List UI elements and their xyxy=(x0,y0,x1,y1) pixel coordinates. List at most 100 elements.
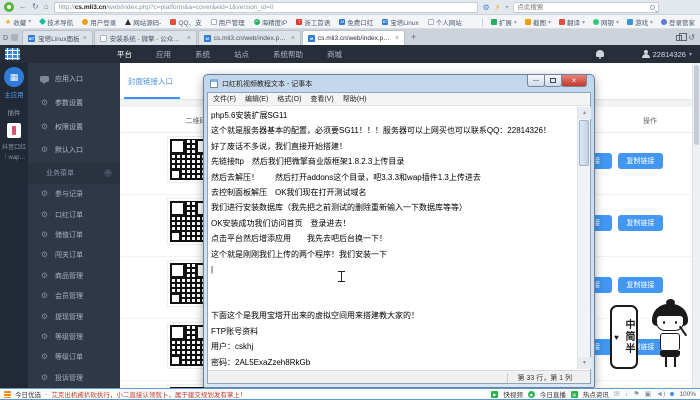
notepad-scrollbar[interactable]: ▲ ▼ xyxy=(577,107,590,369)
bookmark-item[interactable]: M免费口红 xyxy=(339,17,373,27)
sidebar-item-withdraw[interactable]: ⚙提现管理 xyxy=(28,306,120,326)
bookmark-item[interactable]: 技术导航 xyxy=(40,17,73,27)
sidebar-section-business[interactable]: 业务菜单− xyxy=(28,162,120,184)
hot-news-label[interactable]: 热点资讯 xyxy=(583,389,609,399)
bookmark-item[interactable]: QQ、支 xyxy=(170,17,201,27)
tool-translate[interactable]: 翻译▾ xyxy=(559,17,585,27)
nav-platform[interactable]: 平台 xyxy=(117,49,132,60)
collapse-icon[interactable]: − xyxy=(104,169,112,177)
close-icon[interactable]: × xyxy=(83,35,87,42)
tool-login-manager[interactable]: 登录管家 xyxy=(661,17,695,27)
menu-file[interactable]: 文件(F) xyxy=(213,94,236,104)
rail-main-app-label[interactable]: 主应用 xyxy=(0,89,28,99)
close-icon[interactable]: × xyxy=(187,35,191,42)
news-icon[interactable]: ▤ xyxy=(571,391,578,398)
sidebar-item-permissions[interactable]: ⚙权限设置 xyxy=(28,115,120,139)
speed-bolt-icon[interactable]: ⚡ xyxy=(495,3,501,12)
copy-link-button[interactable]: 复制链接 xyxy=(618,277,663,293)
sidebar-item-level-orders[interactable]: ⚙闯关订单 xyxy=(28,245,120,265)
download-icon[interactable]: ↓ xyxy=(625,391,629,398)
sidebar-item-default-entry[interactable]: ⚙默认入口 xyxy=(28,138,120,162)
browser-logo-icon[interactable] xyxy=(4,2,14,12)
pinned-tab-icon[interactable] xyxy=(11,34,18,41)
close-icon[interactable]: × xyxy=(291,35,295,42)
scrollbar-thumb[interactable] xyxy=(579,120,589,166)
home-icon[interactable]: ⌂ xyxy=(44,3,49,11)
speaker-icon[interactable]: ◄) xyxy=(656,391,665,398)
notepad-titlebar[interactable]: 口红机视频教程文本 - 记事本 — × xyxy=(204,75,594,92)
daily-picks-label[interactable]: 今日优选 xyxy=(15,389,41,399)
layout-icon[interactable] xyxy=(676,35,682,41)
tab-cover-link[interactable]: 封面链接入口 xyxy=(128,76,173,87)
scrollbar-thumb[interactable] xyxy=(694,65,699,145)
sidebar-item-complaints[interactable]: ⚙投诉管理 xyxy=(28,368,120,388)
news-ticker-link[interactable]: 艾克出机被扒砍执行，小二直接认领就卜，属于建交规划发有掌上！ xyxy=(51,389,487,399)
sidebar-item-products[interactable]: ⚙商品管理 xyxy=(28,266,120,286)
nav-app[interactable]: 应用 xyxy=(156,49,171,60)
zoom-slider-dot[interactable] xyxy=(670,392,674,396)
sidebar-item-levels[interactable]: ⚙等级管理 xyxy=(28,327,120,347)
search-magnifier-icon[interactable] xyxy=(650,5,655,10)
sidebar-item-lipstick-orders[interactable]: ⚙口红订单 xyxy=(28,205,120,225)
tool-banking[interactable]: 网银▾ xyxy=(593,17,619,27)
tab-install[interactable]: 安装系统 - 微擎 - 公众平台自助× xyxy=(94,30,197,45)
weengine-logo[interactable] xyxy=(5,48,20,60)
tab-csmli3[interactable]: Mcs.mli3.cn/web/index.php?c=…× xyxy=(198,30,301,45)
main-app-icon[interactable]: ▦ xyxy=(4,67,24,87)
mail-icon[interactable]: ✉ xyxy=(614,391,620,398)
sidebar-item-params[interactable]: ⚙参数设置 xyxy=(28,91,120,115)
nav-site[interactable]: 站点 xyxy=(234,49,249,60)
close-icon[interactable]: × xyxy=(395,35,399,42)
bookmark-item[interactable]: P海精度IP xyxy=(254,17,288,27)
menu-edit[interactable]: 编辑(E) xyxy=(245,94,268,104)
settings-gear-icon[interactable]: ⚙ xyxy=(483,3,490,12)
close-button[interactable]: × xyxy=(561,75,587,87)
bell-icon[interactable] xyxy=(596,50,604,57)
back-icon[interactable]: ← xyxy=(19,3,27,11)
tab-baota[interactable]: BT宝塔Linux面板× xyxy=(22,30,93,45)
mascot-widget[interactable]: 中简半 ♥ xyxy=(610,297,700,388)
url-bar[interactable]: http://cs.mli3.cn/web/index.php?c=platfo… xyxy=(54,2,478,13)
bookmark-item[interactable]: T浙工首语 xyxy=(296,17,330,27)
browser-search-box[interactable] xyxy=(513,2,659,13)
tab-csmli3-active[interactable]: Mcs.mli3.cn/web/index.php?c=…× xyxy=(302,30,405,45)
search-input[interactable] xyxy=(517,3,650,12)
chevron-down-icon[interactable]: ▾ xyxy=(505,4,508,11)
rail-plugins-label[interactable]: 插件 xyxy=(0,107,28,117)
nav-system[interactable]: 系统 xyxy=(195,49,210,60)
bookmark-item[interactable]: 网站源码- xyxy=(125,17,161,27)
zoom-level[interactable]: 100% xyxy=(679,391,696,398)
notepad-text-area[interactable]: php5.6安装扩展SG11 这个就是服务器基本的配置，必须要SG11！！！服务… xyxy=(208,107,577,369)
tool-games[interactable]: 游戏▾ xyxy=(627,17,653,27)
sidebar-item-stored-orders[interactable]: ⚙储值订单 xyxy=(28,225,120,245)
menu-view[interactable]: 查看(V) xyxy=(310,94,333,104)
menu-help[interactable]: 帮助(H) xyxy=(343,94,367,104)
tool-extensions[interactable]: 扩展▾ xyxy=(491,17,517,27)
bookmark-favorites[interactable]: ★收藏▾ xyxy=(5,17,31,27)
menu-format[interactable]: 格式(O) xyxy=(277,94,301,104)
sidebar-item-entry[interactable]: 应用入口 xyxy=(28,67,120,91)
copy-link-button[interactable]: 复制链接 xyxy=(618,153,663,169)
maximize-button[interactable] xyxy=(544,75,562,87)
sidebar-item-level-order[interactable]: ⚙等级订单 xyxy=(28,347,120,367)
live-label[interactable]: 今日直播 xyxy=(540,389,566,399)
video-play-icon[interactable]: ▶ xyxy=(491,391,498,398)
bookmark-item[interactable]: BT宝塔Linux xyxy=(382,17,419,27)
reopen-tab-icon[interactable]: ↺ xyxy=(688,34,695,42)
bookmark-item[interactable]: 用户管理 xyxy=(211,17,245,27)
copy-link-button[interactable]: 复制链接 xyxy=(618,215,663,231)
tool-screenshot[interactable]: 截图▾ xyxy=(525,17,551,27)
user-menu[interactable]: 22814326 ▾ xyxy=(642,45,692,63)
scroll-down-icon[interactable]: ▼ xyxy=(578,357,591,369)
live-icon[interactable]: ◉ xyxy=(528,391,535,398)
pages-icon[interactable]: ▣ xyxy=(644,391,651,398)
flag-icon[interactable]: ⚑ xyxy=(633,391,639,398)
quick-video-label[interactable]: 快视频 xyxy=(503,389,523,399)
nav-help[interactable]: 系统帮助 xyxy=(273,49,303,60)
sidebar-item-records[interactable]: ⚙参与记录 xyxy=(28,184,120,204)
scroll-up-icon[interactable]: ▲ xyxy=(578,107,591,119)
new-tab-button[interactable]: + xyxy=(411,32,416,42)
bookmark-item[interactable]: 用户登录 xyxy=(82,17,116,27)
nav-store[interactable]: 商城 xyxy=(327,49,342,60)
bookmark-item[interactable]: 个人网站 xyxy=(428,17,462,27)
